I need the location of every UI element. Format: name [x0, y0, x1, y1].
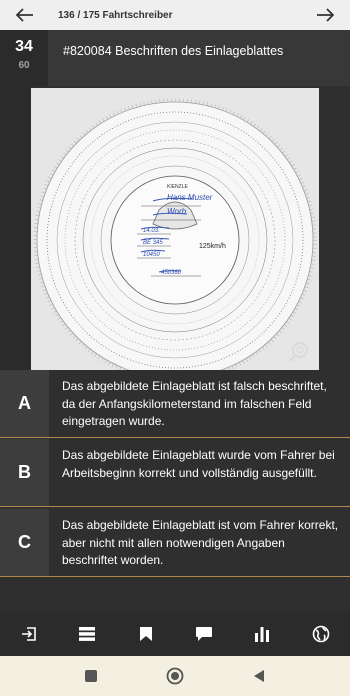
home-button[interactable]: [164, 665, 186, 687]
answer-text: Das abgebildete Einlageblatt ist vom Fah…: [62, 518, 339, 567]
bookmark-button[interactable]: [126, 614, 166, 654]
bottom-toolbar: [0, 612, 350, 656]
answer-option-c[interactable]: C Das abgebildete Einlageblatt ist vom F…: [0, 509, 350, 577]
tachograph-disc-icon: KIENZLE Hans Muster Worb 14.03. BE 345 1…: [31, 88, 319, 382]
question-number-box: 34 60: [0, 30, 48, 86]
language-button[interactable]: [301, 614, 341, 654]
globe-icon: [312, 625, 330, 643]
tachograph-chart-image[interactable]: KIENZLE Hans Muster Worb 14.03. BE 345 1…: [31, 88, 319, 382]
answer-letter: B: [0, 439, 49, 506]
brand-text: KIENZLE: [167, 184, 189, 190]
answer-letter: A: [0, 370, 49, 437]
recents-button[interactable]: [80, 665, 102, 687]
comment-icon: [196, 627, 213, 641]
question-title: #820084 Beschriften des Einlageblattes: [63, 44, 284, 58]
bookmark-icon: [139, 627, 152, 641]
prev-button[interactable]: [0, 0, 50, 30]
answer-option-a[interactable]: A Das abgebildete Einlageblatt ist falsc…: [0, 370, 350, 438]
exit-button[interactable]: [9, 614, 49, 654]
disc-km-end-text: 450360: [161, 270, 182, 276]
next-button[interactable]: [300, 0, 350, 30]
disc-plate-text: BE 345: [143, 240, 163, 246]
top-bar: 136 / 175 Fahrtschreiber: [0, 0, 350, 30]
left-strip: [0, 86, 31, 370]
arrow-left-icon: [16, 8, 33, 22]
comment-button[interactable]: [184, 614, 224, 654]
arrow-right-icon: [317, 8, 334, 22]
exit-icon: [22, 627, 36, 641]
zoom-icon[interactable]: [288, 341, 310, 363]
answer-text: Das abgebildete Einlageblatt wurde vom F…: [62, 448, 335, 480]
answer-option-b[interactable]: B Das abgebildete Einlageblatt wurde vom…: [0, 439, 350, 507]
question-image-panel: KIENZLE Hans Muster Worb 14.03. BE 345 1…: [0, 86, 350, 382]
disc-place-text: Worb: [167, 207, 187, 216]
back-icon: [254, 670, 264, 682]
stats-icon: [255, 627, 270, 642]
disc-name-text: Hans Muster: [167, 193, 213, 202]
stats-button[interactable]: [242, 614, 282, 654]
question-number: 34: [15, 38, 33, 55]
question-points: 60: [18, 60, 30, 71]
home-icon: [166, 667, 184, 685]
disc-speed-label: 125km/h: [199, 243, 226, 250]
answer-text: Das abgebildete Einlageblatt ist falsch …: [62, 379, 327, 428]
answer-letter: C: [0, 509, 49, 576]
recents-icon: [85, 670, 97, 682]
disc-date-text: 14.03.: [143, 228, 160, 234]
list-icon: [79, 627, 96, 641]
question-header: 34 60 #820084 Beschriften des Einlagebla…: [0, 30, 350, 86]
system-nav-bar: [0, 656, 350, 696]
breadcrumb: 136 / 175 Fahrtschreiber: [58, 9, 173, 21]
back-button[interactable]: [248, 665, 270, 687]
list-button[interactable]: [67, 614, 107, 654]
disc-km-start-text: 10450: [143, 252, 160, 258]
